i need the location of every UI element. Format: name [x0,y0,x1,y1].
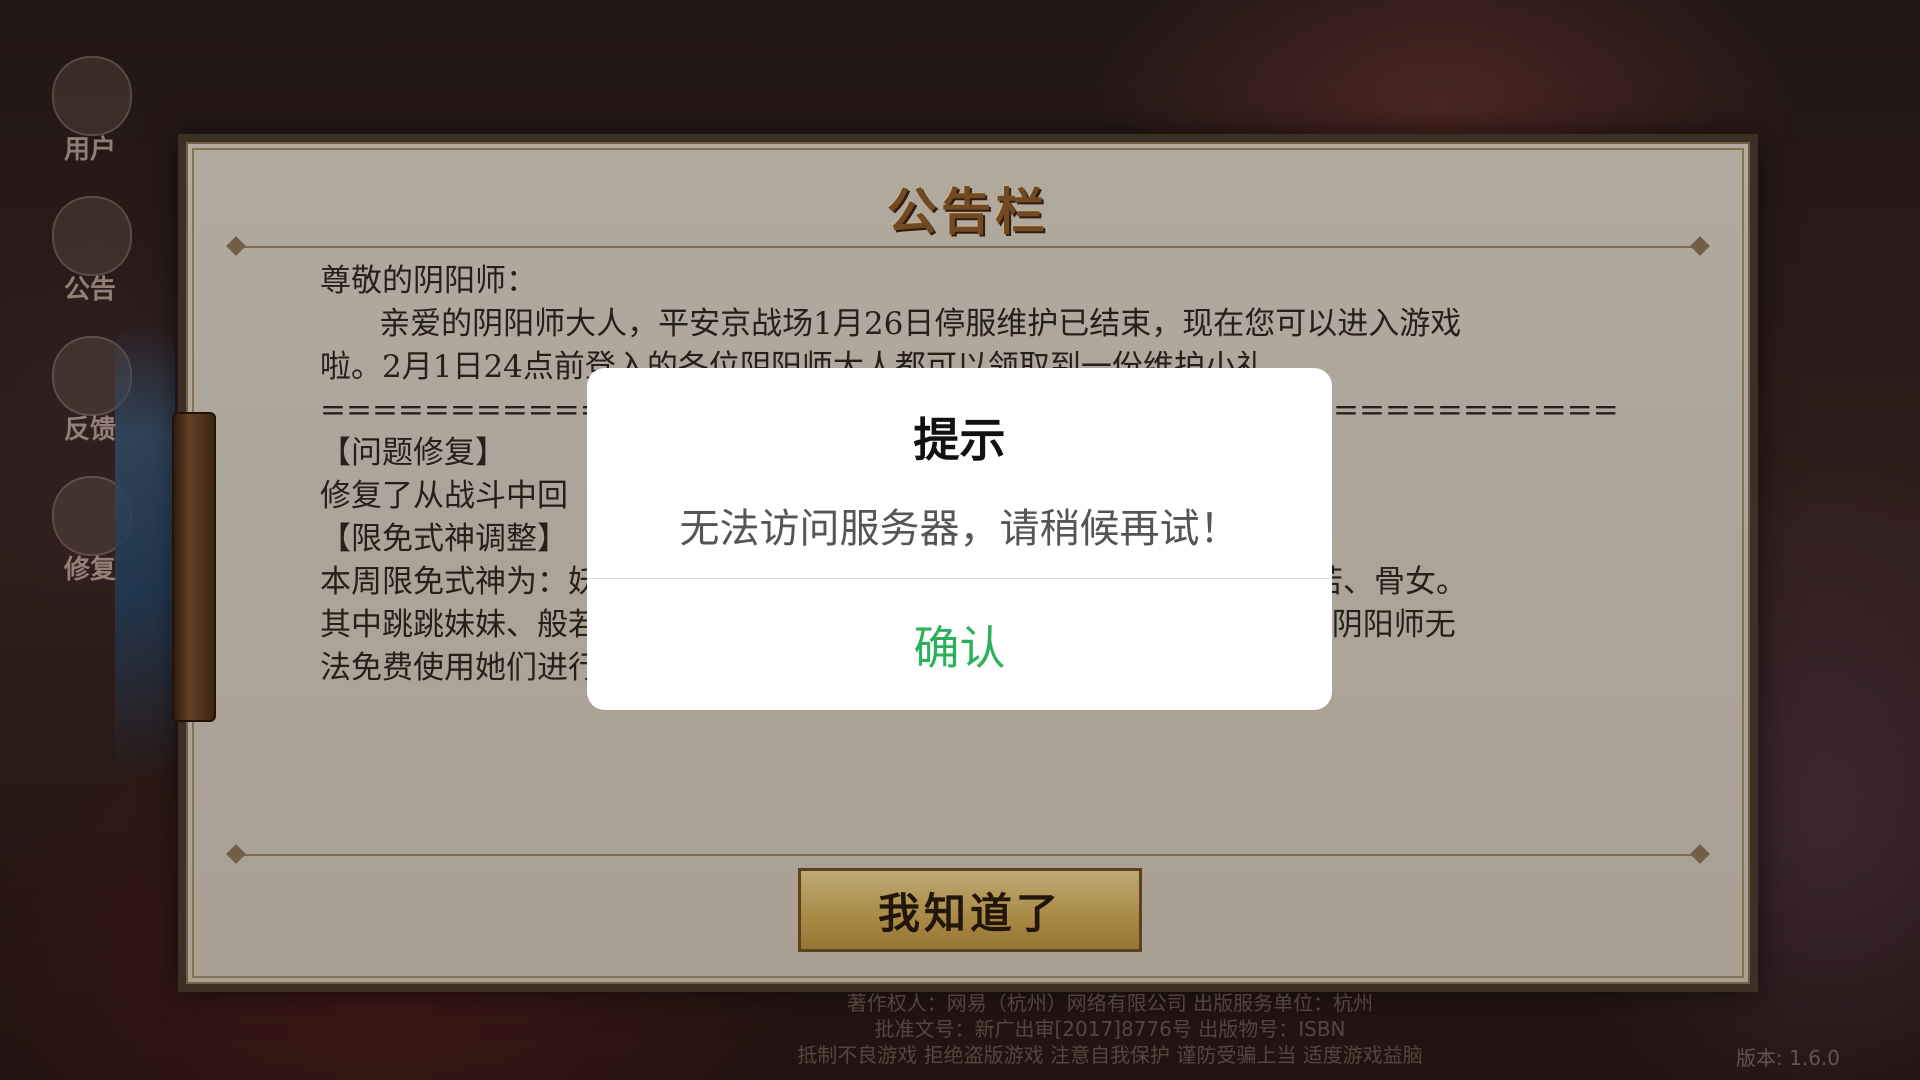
side-item-label: 公告 [63,275,116,305]
dialog-title: 提示 [913,413,1006,467]
side-item-label: 修复 [63,555,116,585]
alert-dialog: 提示 无法访问服务器，请稍候再试！ 确认 [587,368,1332,710]
dialog-message: 无法访问服务器，请稍候再试！ [679,506,1240,552]
side-item-label: 反馈 [63,415,116,445]
side-item-label: 用户 [63,135,116,165]
dialog-confirm-button[interactable]: 确认 [587,579,1332,710]
